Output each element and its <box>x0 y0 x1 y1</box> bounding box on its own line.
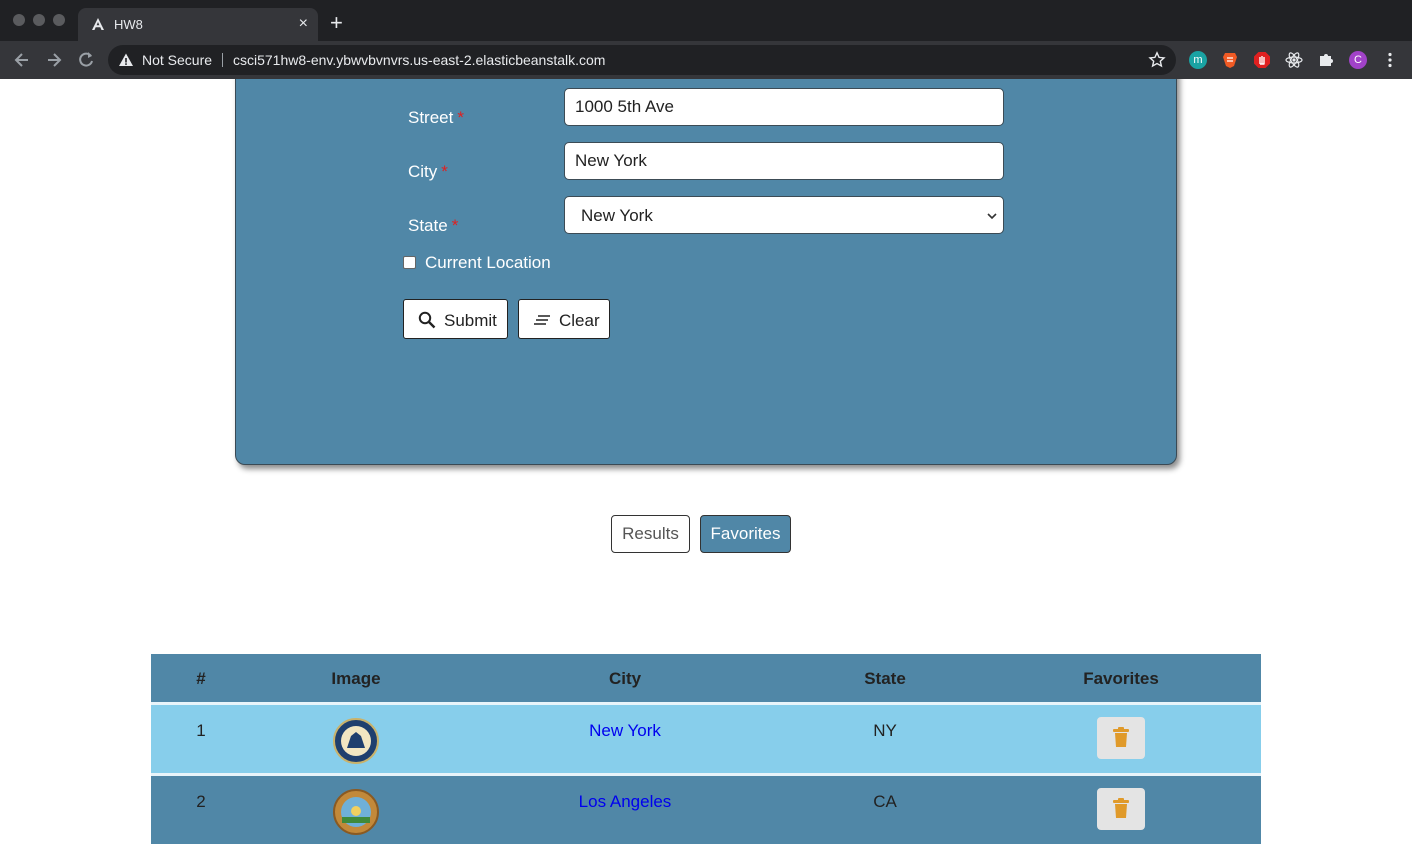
results-toggle-button[interactable]: Results <box>611 515 690 553</box>
street-input[interactable] <box>564 88 1004 126</box>
menu-kebab-icon[interactable] <box>1381 51 1399 69</box>
window-close-dot[interactable] <box>13 14 25 26</box>
street-label: Street * <box>408 108 464 127</box>
trash-icon <box>1113 798 1129 818</box>
adblock-hand-icon[interactable] <box>1253 51 1271 69</box>
page-content: Street* City* State* New York Current Lo… <box>0 79 1412 859</box>
state-seal-icon <box>333 789 379 835</box>
clear-button[interactable]: Clear <box>518 299 610 339</box>
extension-m-icon[interactable]: m <box>1189 51 1207 69</box>
current-location-checkbox[interactable] <box>403 256 416 269</box>
state-select[interactable]: New York <box>564 196 1004 234</box>
warning-icon <box>119 53 133 66</box>
back-icon[interactable] <box>12 50 32 70</box>
state-seal-icon <box>333 718 379 764</box>
row-index: 2 <box>196 792 206 811</box>
tab-close-icon[interactable]: × <box>299 15 308 33</box>
tab-strip: HW8 × + <box>0 0 1412 41</box>
table-row: 2 Los Angeles CA <box>151 776 1261 844</box>
url-text[interactable]: csci571hw8-env.ybwvbvnvrs.us-east-2.elas… <box>233 52 605 68</box>
profile-avatar[interactable]: C <box>1349 51 1367 69</box>
city-label: City * <box>408 162 448 181</box>
browser-chrome: HW8 × + Not Secure csci571hw8-env.ybwvbv… <box>0 0 1412 79</box>
required-mark: * <box>441 162 448 181</box>
tab-title: HW8 <box>114 17 143 32</box>
trash-icon <box>1113 727 1129 747</box>
state-select-value: New York <box>581 206 653 225</box>
header-city: City <box>608 669 642 688</box>
row-state: CA <box>873 792 897 811</box>
address-bar[interactable]: Not Secure csci571hw8-env.ybwvbvnvrs.us-… <box>108 45 1176 75</box>
current-location-label[interactable]: Current Location <box>425 253 551 273</box>
bookmark-star-icon[interactable] <box>1148 51 1166 69</box>
chevron-down-icon <box>987 213 997 220</box>
table-row: 1 New York NY <box>151 705 1261 773</box>
forward-icon[interactable] <box>44 50 64 70</box>
search-icon <box>418 311 436 329</box>
react-devtools-icon[interactable] <box>1285 51 1303 69</box>
clear-label: Clear <box>559 311 600 330</box>
submit-button[interactable]: Submit <box>403 299 508 339</box>
window-zoom-dot[interactable] <box>53 14 65 26</box>
header-index: # <box>196 669 206 688</box>
delete-favorite-button[interactable] <box>1097 788 1145 830</box>
extensions-puzzle-icon[interactable] <box>1317 51 1335 69</box>
brave-lion-icon[interactable] <box>1221 51 1239 69</box>
angular-icon <box>92 18 104 30</box>
search-form-card: Street* City* State* New York Current Lo… <box>235 79 1177 465</box>
required-mark: * <box>451 216 459 235</box>
table-header: # Image City State Favorites <box>151 654 1261 702</box>
header-state: State <box>864 669 906 688</box>
row-index: 1 <box>196 721 206 740</box>
city-link[interactable]: New York <box>589 721 661 741</box>
window-minimize-dot[interactable] <box>33 14 45 26</box>
submit-label: Submit <box>444 311 497 330</box>
clear-lines-icon <box>534 315 550 325</box>
new-tab-icon[interactable]: + <box>330 12 343 34</box>
reload-icon[interactable] <box>76 50 96 70</box>
delete-favorite-button[interactable] <box>1097 717 1145 759</box>
browser-tab[interactable]: HW8 × <box>78 8 318 41</box>
header-image: Image <box>331 669 381 688</box>
city-input[interactable] <box>564 142 1004 180</box>
address-separator <box>222 53 223 67</box>
state-label: State * <box>408 216 459 235</box>
city-link[interactable]: Los Angeles <box>579 792 672 812</box>
required-mark: * <box>457 108 464 127</box>
favorites-toggle-button[interactable]: Favorites <box>700 515 791 553</box>
header-favorites: Favorites <box>1083 669 1159 688</box>
security-status[interactable]: Not Secure <box>142 52 212 68</box>
row-state: NY <box>873 721 897 740</box>
